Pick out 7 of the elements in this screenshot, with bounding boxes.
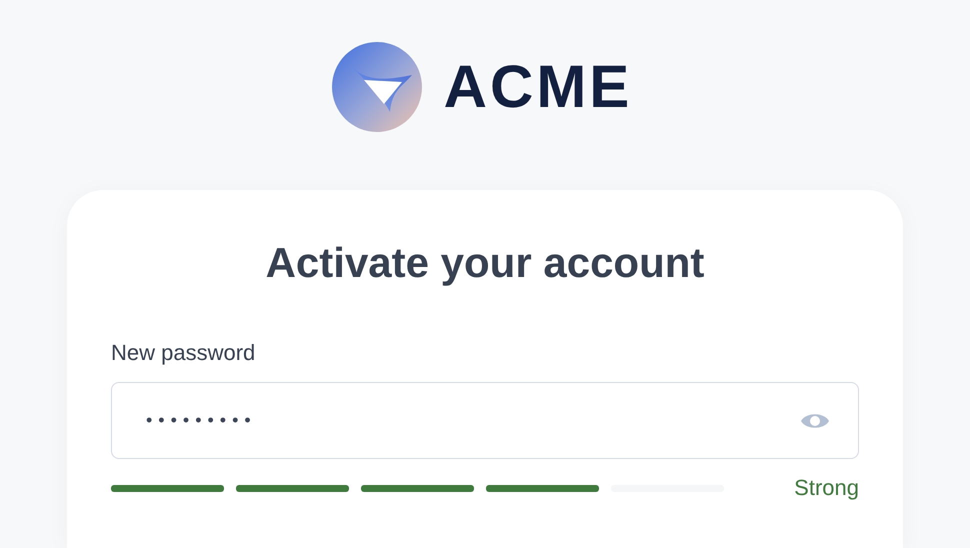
password-value: •••••••••: [146, 409, 257, 432]
strength-label: Strong: [794, 477, 859, 499]
card-title: Activate your account: [264, 242, 706, 284]
logo-text: ACME: [444, 57, 632, 117]
field-label: New password: [111, 342, 256, 364]
password-field[interactable]: •••••••••: [111, 382, 859, 459]
logo-icon: [332, 42, 422, 132]
